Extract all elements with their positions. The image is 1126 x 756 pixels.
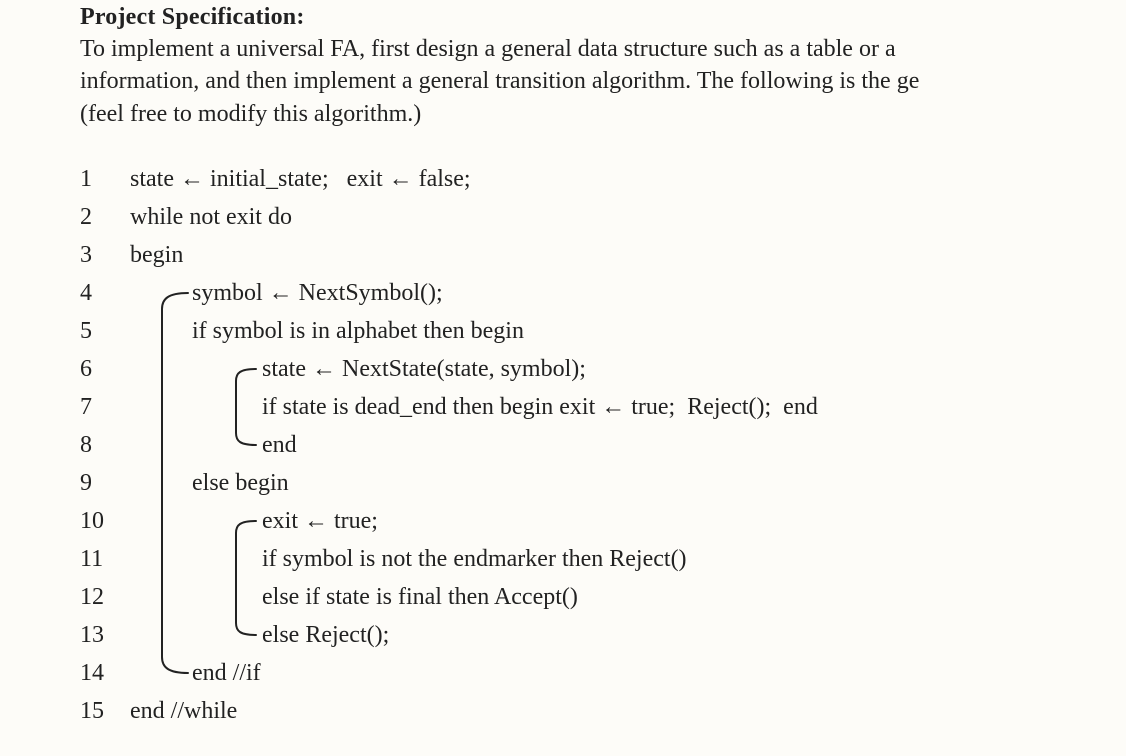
code-text: end //while [130, 692, 237, 730]
code-line: 6state ← NextState(state, symbol); [80, 350, 1126, 388]
code-text: state ← initial_state; exit ← false; [130, 160, 471, 198]
code-line: 13else Reject(); [80, 616, 1126, 654]
code-text: if symbol is not the endmarker then Reje… [130, 540, 687, 578]
line-number: 7 [80, 388, 130, 426]
line-number: 13 [80, 616, 130, 654]
code-line: 11if symbol is not the endmarker then Re… [80, 540, 1126, 578]
code-text: while not exit do [130, 198, 292, 236]
line-number: 5 [80, 312, 130, 350]
section-heading: Project Specification: [80, 4, 1126, 31]
code-text: if symbol is in alphabet then begin [130, 312, 524, 350]
code-line: 5if symbol is in alphabet then begin [80, 312, 1126, 350]
code-text: begin [130, 236, 183, 274]
code-text: else Reject(); [130, 616, 389, 654]
line-number: 8 [80, 426, 130, 464]
document-page: Project Specification: To implement a un… [0, 0, 1126, 730]
line-number: 6 [80, 350, 130, 388]
line-number: 3 [80, 236, 130, 274]
algorithm-block: 1state ← initial_state; exit ← false;2wh… [80, 160, 1126, 730]
line-number: 14 [80, 654, 130, 692]
code-text: if state is dead_end then begin exit ← t… [130, 388, 818, 426]
code-line: 9else begin [80, 464, 1126, 502]
code-text: symbol ← NextSymbol(); [130, 274, 443, 312]
code-line: 8end [80, 426, 1126, 464]
code-line: 10exit ← true; [80, 502, 1126, 540]
line-number: 10 [80, 502, 130, 540]
line-number: 4 [80, 274, 130, 312]
code-line: 7if state is dead_end then begin exit ← … [80, 388, 1126, 426]
line-number: 12 [80, 578, 130, 616]
code-line: 1state ← initial_state; exit ← false; [80, 160, 1126, 198]
description-paragraph: To implement a universal FA, first desig… [80, 33, 1126, 130]
line-number: 1 [80, 160, 130, 198]
code-text: end [130, 426, 297, 464]
code-line: 4symbol ← NextSymbol(); [80, 274, 1126, 312]
code-text: end //if [130, 654, 261, 692]
code-text: else if state is final then Accept() [130, 578, 578, 616]
code-text: state ← NextState(state, symbol); [130, 350, 586, 388]
line-number: 2 [80, 198, 130, 236]
line-number: 9 [80, 464, 130, 502]
code-line: 14end //if [80, 654, 1126, 692]
code-line: 2while not exit do [80, 198, 1126, 236]
line-number: 11 [80, 540, 130, 578]
code-line: 15end //while [80, 692, 1126, 730]
code-line: 12else if state is final then Accept() [80, 578, 1126, 616]
code-text: exit ← true; [130, 502, 378, 540]
code-text: else begin [130, 464, 289, 502]
line-number: 15 [80, 692, 130, 730]
code-line: 3begin [80, 236, 1126, 274]
